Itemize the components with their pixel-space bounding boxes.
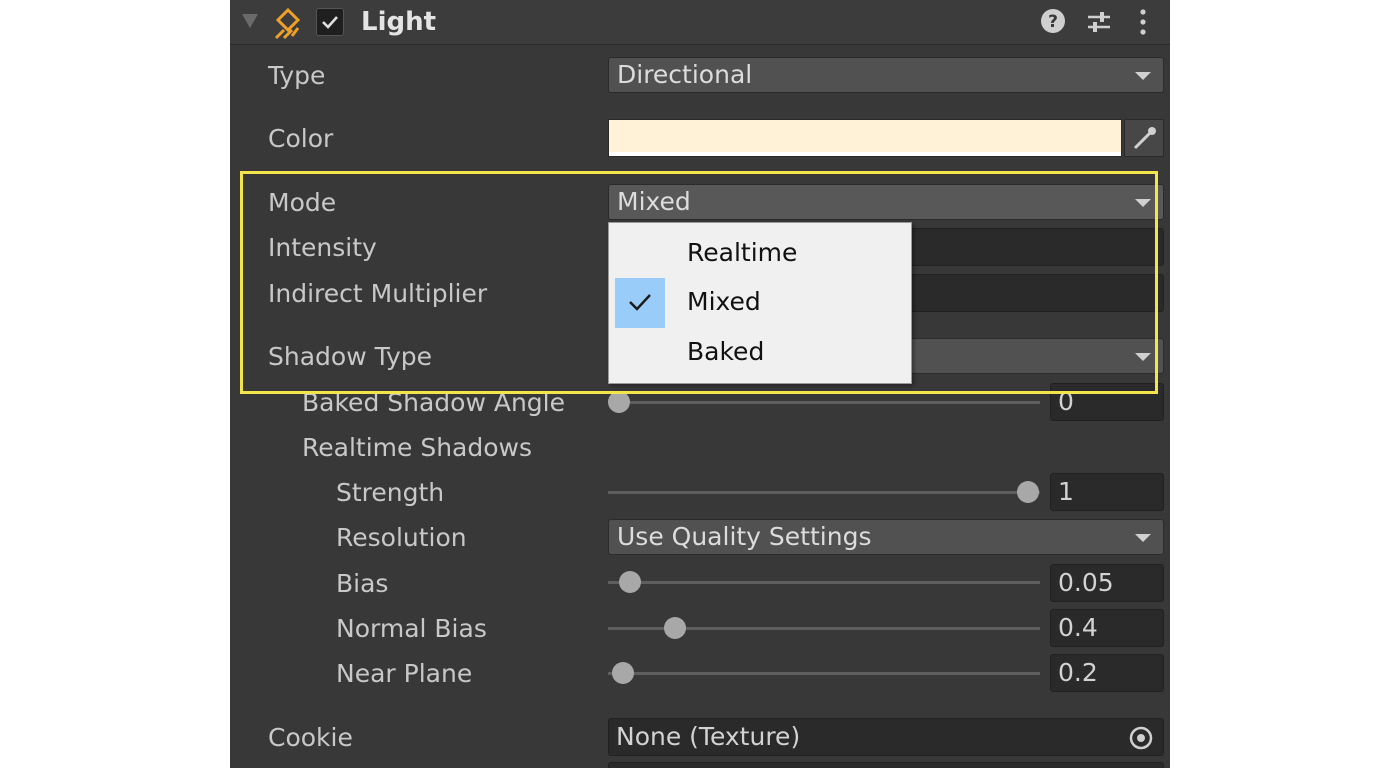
cookie-value: None (Texture) <box>616 722 801 751</box>
checkmark-icon <box>629 294 651 311</box>
help-icon[interactable]: ? <box>1040 8 1066 38</box>
svg-text:?: ? <box>1048 12 1058 32</box>
near-plane-slider-knob[interactable] <box>612 662 634 684</box>
mode-value: Mixed <box>617 187 691 216</box>
mode-dropdown[interactable]: Mixed <box>608 184 1164 220</box>
eyedropper-icon[interactable] <box>1124 119 1164 157</box>
shadow-type-label: Shadow Type <box>268 342 433 371</box>
menu-item-mixed[interactable]: Mixed <box>609 278 911 328</box>
color-label: Color <box>268 124 334 153</box>
resolution-dropdown[interactable]: Use Quality Settings <box>608 519 1164 555</box>
strength-field[interactable]: 1 <box>1050 473 1164 511</box>
component-title: Light <box>361 7 437 37</box>
menu-item-label: Mixed <box>687 287 761 316</box>
baked-shadow-angle-slider-knob[interactable] <box>608 391 630 413</box>
normal-bias-slider-knob[interactable] <box>664 617 686 639</box>
menu-item-realtime[interactable]: Realtime <box>609 229 911 277</box>
chevron-down-icon <box>1135 72 1151 80</box>
mode-label: Mode <box>268 188 337 217</box>
baked-shadow-angle-slider-track[interactable] <box>608 401 1040 404</box>
object-picker-icon[interactable] <box>1128 725 1154 755</box>
enabled-checkbox[interactable] <box>316 8 344 36</box>
kebab-menu-icon[interactable] <box>1136 8 1150 40</box>
normal-bias-label: Normal Bias <box>336 614 487 643</box>
chevron-down-icon <box>1135 199 1151 207</box>
near-plane-slider-track[interactable] <box>608 672 1040 675</box>
color-field[interactable] <box>608 119 1122 157</box>
color-swatch-bottom-strip <box>609 152 1121 156</box>
near-plane-label: Near Plane <box>336 659 473 688</box>
bias-field[interactable]: 0.05 <box>1050 564 1164 602</box>
bias-label: Bias <box>336 569 389 598</box>
selected-check-box <box>615 278 665 328</box>
inspector-panel: Light ? Type Directional Color Mode Mixe… <box>230 0 1170 768</box>
foldout-arrow-icon[interactable] <box>240 10 260 34</box>
cookie-field[interactable]: None (Texture) <box>608 718 1164 756</box>
intensity-label: Intensity <box>268 233 377 262</box>
type-dropdown[interactable]: Directional <box>608 57 1164 93</box>
cookie-label: Cookie <box>268 723 353 752</box>
baked-shadow-angle-field[interactable]: 0 <box>1050 383 1164 421</box>
chevron-down-icon <box>1135 353 1151 361</box>
strength-slider-track[interactable] <box>608 491 1040 494</box>
bias-slider-track[interactable] <box>608 581 1040 584</box>
strength-label: Strength <box>336 478 445 507</box>
near-plane-field[interactable]: 0.2 <box>1050 654 1164 692</box>
resolution-label: Resolution <box>336 523 467 552</box>
menu-item-baked[interactable]: Baked <box>609 328 911 376</box>
normal-bias-field[interactable]: 0.4 <box>1050 609 1164 647</box>
mode-dropdown-menu: Realtime Mixed Baked <box>608 222 912 384</box>
realtime-shadows-label: Realtime Shadows <box>302 433 532 462</box>
baked-shadow-angle-label: Baked Shadow Angle <box>302 388 565 417</box>
indirect-multiplier-label: Indirect Multiplier <box>268 279 488 308</box>
component-header: Light ? <box>230 0 1170 45</box>
next-field-partial[interactable] <box>608 762 1164 768</box>
strength-slider-knob[interactable] <box>1017 481 1039 503</box>
bias-slider-knob[interactable] <box>619 571 641 593</box>
light-icon <box>270 4 306 44</box>
type-value: Directional <box>617 60 753 89</box>
sliders-icon[interactable] <box>1085 8 1113 40</box>
resolution-value: Use Quality Settings <box>617 522 872 551</box>
menu-item-label: Baked <box>687 337 765 366</box>
checkmark-icon <box>322 16 338 29</box>
chevron-down-icon <box>1135 534 1151 542</box>
menu-item-label: Realtime <box>687 238 798 267</box>
type-label: Type <box>268 61 326 90</box>
